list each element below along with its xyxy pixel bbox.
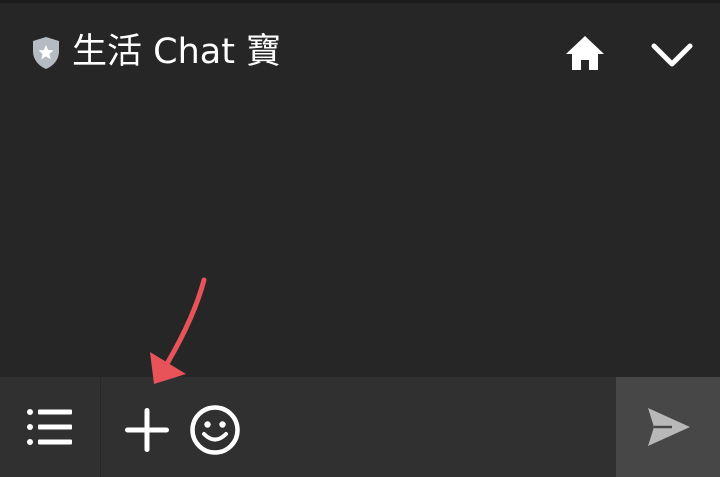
message-area — [0, 99, 720, 377]
shield-star-icon — [31, 36, 61, 70]
emoji-button[interactable] — [189, 404, 241, 456]
chat-title: 生活 Chat 寶 — [72, 32, 282, 72]
chevron-down-icon — [648, 35, 696, 75]
composer-bar — [0, 377, 720, 477]
chat-app: 生活 Chat 寶 — [0, 0, 720, 477]
smiley-icon — [189, 404, 241, 456]
menu-button[interactable] — [24, 405, 76, 449]
home-icon — [563, 31, 607, 75]
composer-divider — [100, 377, 101, 477]
collapse-button[interactable] — [648, 35, 696, 75]
menu-list-icon — [24, 405, 76, 449]
home-button[interactable] — [563, 31, 607, 75]
message-input[interactable] — [252, 399, 612, 457]
plus-icon — [123, 406, 171, 454]
add-attachment-button[interactable] — [123, 406, 171, 454]
chat-header: 生活 Chat 寶 — [0, 3, 720, 99]
send-button[interactable] — [616, 377, 720, 477]
